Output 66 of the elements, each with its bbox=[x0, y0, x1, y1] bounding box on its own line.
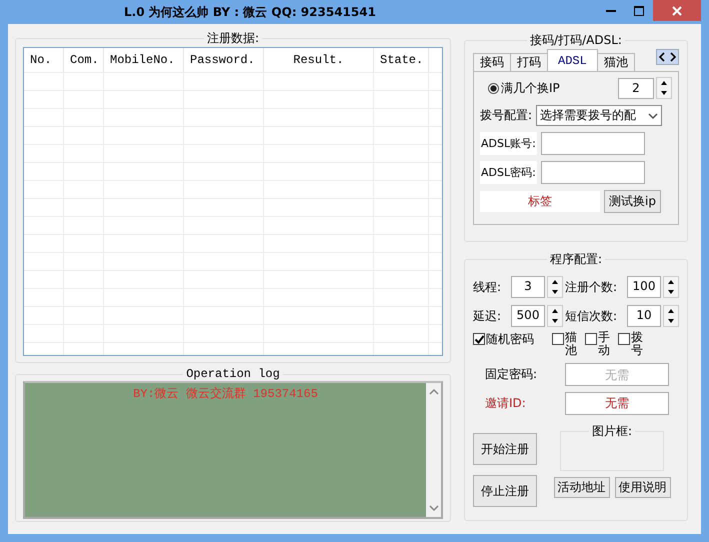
checkbox-label: 猫池 bbox=[565, 331, 577, 358]
column-header[interactable]: MobileNo. bbox=[104, 48, 184, 72]
log-line: BY:微云 微云交流群 195374165 bbox=[132, 386, 319, 402]
column-header[interactable]: Com. bbox=[64, 48, 104, 72]
checkbox[interactable] bbox=[473, 333, 485, 345]
tab[interactable]: 打码 bbox=[510, 53, 548, 71]
checkbox[interactable] bbox=[552, 333, 564, 345]
test-button[interactable]: 测试换ip bbox=[604, 190, 661, 213]
checkbox[interactable] bbox=[585, 333, 597, 345]
spin-buttons[interactable] bbox=[547, 276, 563, 298]
input-field[interactable] bbox=[540, 132, 645, 155]
caret-icon bbox=[648, 112, 658, 120]
link-button[interactable]: 使用说明 bbox=[614, 477, 670, 498]
radio-button[interactable] bbox=[488, 82, 499, 94]
column-header[interactable]: Password. bbox=[184, 48, 264, 72]
start-button[interactable]: 开始注册 bbox=[473, 433, 537, 466]
field-label: 邀请ID: bbox=[485, 395, 527, 412]
status-label: 标签 bbox=[480, 191, 600, 212]
password-field[interactable]: 无需 bbox=[565, 363, 669, 386]
radio-option[interactable]: 满几个换IP bbox=[488, 80, 560, 96]
checkbox-label: 拨号 bbox=[631, 331, 643, 358]
checkbox-label: 随机密码 bbox=[486, 331, 534, 348]
scroll-down-icon[interactable] bbox=[428, 505, 438, 512]
stop-button[interactable]: 停止注册 bbox=[473, 475, 537, 508]
minimize-icon bbox=[606, 10, 616, 12]
field-label: 延迟: bbox=[473, 308, 502, 324]
group-title: Operation log bbox=[185, 367, 281, 381]
checkbox[interactable] bbox=[618, 333, 630, 345]
field-label: ADSL账号: bbox=[480, 132, 537, 155]
config-dropdown[interactable]: 选择需要拨号的配 bbox=[536, 105, 662, 126]
check-icon bbox=[474, 334, 484, 344]
tab-scroll-control[interactable] bbox=[656, 49, 679, 65]
number-field[interactable]: 100 bbox=[627, 276, 661, 298]
tab[interactable]: ADSL bbox=[547, 49, 598, 71]
link-button[interactable]: 活动地址 bbox=[554, 477, 610, 498]
column-header[interactable]: State. bbox=[374, 48, 429, 72]
group-title: 图片框: bbox=[590, 423, 634, 440]
spin-buttons[interactable] bbox=[547, 305, 563, 327]
column-header[interactable]: Result. bbox=[264, 48, 374, 72]
number-field[interactable]: 2 bbox=[618, 78, 654, 98]
spin-buttons[interactable] bbox=[663, 276, 679, 298]
field-label: 拨号配置: bbox=[480, 107, 532, 124]
spin-buttons[interactable] bbox=[656, 77, 672, 99]
group-title: 接码/打码/ADSL: bbox=[529, 32, 623, 49]
field-label: ADSL密码: bbox=[480, 161, 537, 184]
maximize-icon bbox=[634, 6, 644, 16]
number-field[interactable]: 3 bbox=[511, 276, 545, 298]
spin-buttons[interactable] bbox=[663, 305, 679, 327]
tab[interactable]: 猫池 bbox=[596, 53, 635, 71]
checkbox-label: 手动 bbox=[598, 331, 610, 358]
invite-id-field[interactable]: 无需 bbox=[565, 392, 669, 416]
number-field[interactable]: 500 bbox=[511, 305, 545, 327]
field-label: 短信次数: bbox=[565, 308, 618, 324]
field-label: 线程: bbox=[473, 278, 502, 296]
number-field[interactable]: 10 bbox=[627, 305, 661, 327]
input-field[interactable] bbox=[540, 161, 645, 184]
close-button[interactable] bbox=[653, 0, 701, 21]
tab[interactable]: 接码 bbox=[473, 53, 511, 71]
field-label: 固定密码: bbox=[485, 366, 538, 384]
close-icon bbox=[672, 6, 682, 16]
column-header[interactable]: No. bbox=[24, 48, 64, 72]
window-title: L.0 为何这么帅 BY : 微云 QQ: 923541541 bbox=[123, 4, 376, 21]
field-label: 注册个数: bbox=[565, 278, 618, 296]
group-title: 注册数据: bbox=[206, 30, 260, 47]
scroll-up-icon[interactable] bbox=[428, 388, 438, 395]
group-title: 程序配置: bbox=[548, 251, 604, 268]
